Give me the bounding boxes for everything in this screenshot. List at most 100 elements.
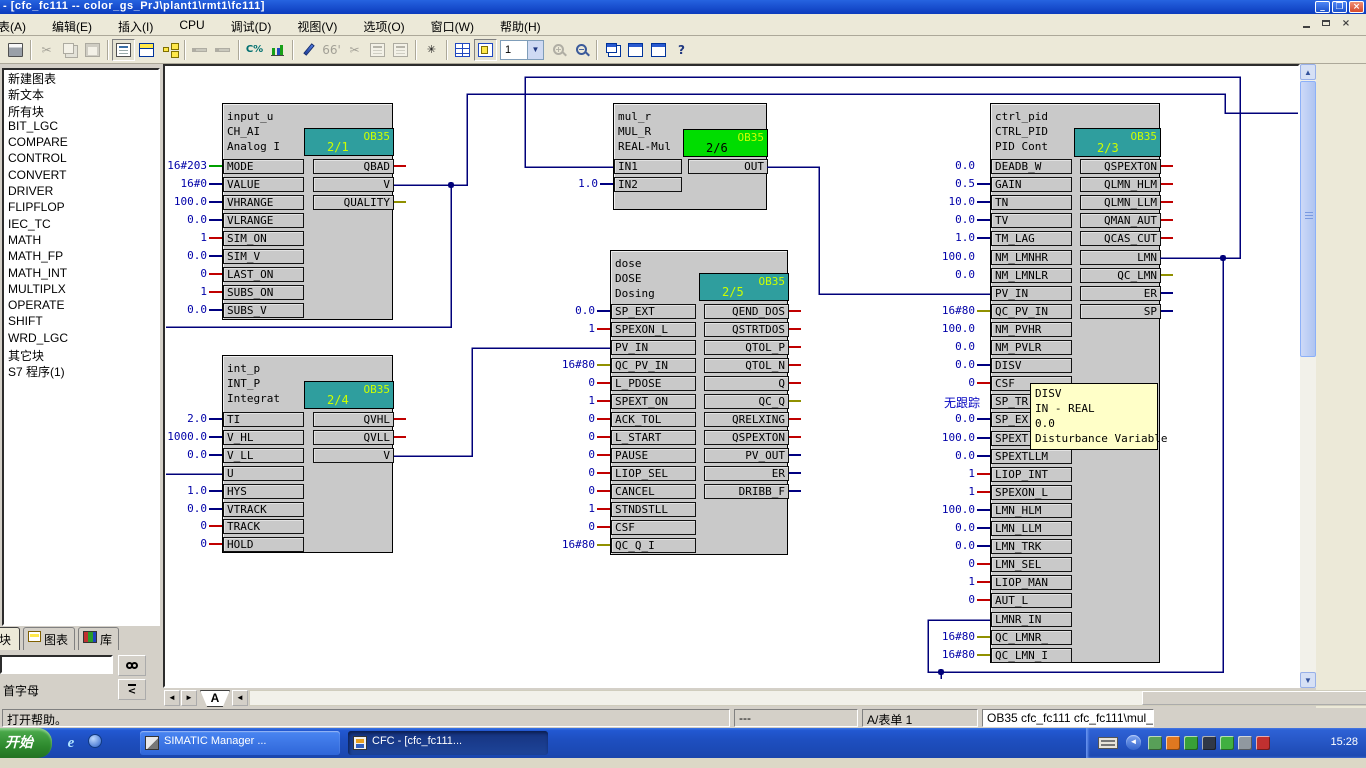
menu-item-5[interactable]: 视图(V): [297, 18, 337, 35]
input-field-STNDSTLL[interactable]: STNDSTLL: [611, 502, 696, 517]
input-value-LIOP_MAN[interactable]: 1: [905, 575, 975, 588]
input-field-PAUSE[interactable]: PAUSE: [611, 448, 696, 463]
print-button[interactable]: [4, 39, 27, 61]
input-value-MODE[interactable]: 16#203: [163, 159, 207, 172]
input-field-LMN_HLM[interactable]: LMN_HLM: [991, 503, 1072, 518]
mdi-restore-icon[interactable]: [1318, 17, 1334, 31]
input-value-SUBS_ON[interactable]: 1: [163, 285, 207, 298]
input-value-V_LL[interactable]: 0.0: [163, 448, 207, 461]
input-value-TN[interactable]: 10.0: [905, 195, 975, 208]
runtime-properties-button[interactable]: C%: [243, 39, 266, 61]
input-field-SPEXON_L[interactable]: SPEXON_L: [611, 322, 696, 337]
plant-hierarchy-button[interactable]: [158, 39, 181, 61]
input-value-NM_LMNLR[interactable]: 0.0: [905, 268, 975, 281]
catalog-item-7[interactable]: DRIVER: [4, 184, 158, 200]
output-field-QSPEXTON[interactable]: QSPEXTON: [704, 430, 789, 445]
input-field-NM_LMNLR[interactable]: NM_LMNLR: [991, 268, 1072, 283]
sheet-prev-icon[interactable]: ◄: [164, 690, 180, 706]
input-value-L_START[interactable]: 0: [525, 430, 595, 443]
input-field-AUT_L[interactable]: AUT_L: [991, 593, 1072, 608]
output-field-QSPEXTON[interactable]: QSPEXTON: [1080, 159, 1161, 174]
catalog-tab-0[interactable]: 块: [0, 627, 20, 650]
input-value-SP_EXT[interactable]: 0.0: [525, 304, 595, 317]
input-value-SIM_V[interactable]: 0.0: [163, 249, 207, 262]
close-button-icon[interactable]: ×: [1349, 1, 1364, 13]
input-value-ACK_TOL[interactable]: 0: [525, 412, 595, 425]
sort-button[interactable]: <: [118, 679, 146, 700]
input-value-TM_LAG[interactable]: 1.0: [905, 231, 975, 244]
input-field-TM_LAG[interactable]: TM_LAG: [991, 231, 1072, 246]
input-value-TV[interactable]: 0.0: [905, 213, 975, 226]
input-value-CSF[interactable]: 0: [525, 520, 595, 533]
sheet-next-icon[interactable]: ►: [181, 690, 197, 706]
input-value-VTRACK[interactable]: 0.0: [163, 502, 207, 515]
output-field-QC_LMN[interactable]: QC_LMN: [1080, 268, 1161, 283]
input-value-NM_PVHR[interactable]: 100.0: [905, 322, 975, 335]
input-field-LAST_ON[interactable]: LAST_ON: [223, 267, 304, 282]
input-value-DISV[interactable]: 0.0: [905, 358, 975, 371]
input-field-CANCEL[interactable]: CANCEL: [611, 484, 696, 499]
horizontal-scroll-thumb[interactable]: [1142, 691, 1366, 705]
tray-icon-5[interactable]: [1220, 736, 1234, 750]
input-value-VLRANGE[interactable]: 0.0: [163, 213, 207, 226]
input-field-V_HL[interactable]: V_HL: [223, 430, 304, 445]
minimize-button-icon[interactable]: _: [1315, 1, 1330, 13]
input-value-QC_LMN_I[interactable]: 16#80: [905, 648, 975, 661]
input-field-ACK_TOL[interactable]: ACK_TOL: [611, 412, 696, 427]
output-field-QVLL[interactable]: QVLL: [313, 430, 394, 445]
output-field-QC_Q[interactable]: QC_Q: [704, 394, 789, 409]
input-value-VALUE[interactable]: 16#0: [163, 177, 207, 190]
input-field-SPEXT_ON[interactable]: SPEXT_ON: [611, 394, 696, 409]
menu-item-0[interactable]: 图表(A): [0, 18, 26, 35]
catalog-item-3[interactable]: BIT_LGC: [4, 119, 158, 135]
input-field-LMN_TRK[interactable]: LMN_TRK: [991, 539, 1072, 554]
tray-icon-4[interactable]: [1202, 736, 1216, 750]
input-value-HYS[interactable]: 1.0: [163, 484, 207, 497]
catalog-item-1[interactable]: 新文本: [4, 86, 158, 102]
output-field-Q[interactable]: Q: [704, 376, 789, 391]
input-field-PV_IN[interactable]: PV_IN: [611, 340, 696, 355]
input-field-QC_PV_IN[interactable]: QC_PV_IN: [991, 304, 1072, 319]
hscroll-left-icon[interactable]: ◄: [232, 690, 248, 706]
catalog-item-9[interactable]: IEC_TC: [4, 217, 158, 233]
input-value-VHRANGE[interactable]: 100.0: [163, 195, 207, 208]
input-field-GAIN[interactable]: GAIN: [991, 177, 1072, 192]
catalog-item-2[interactable]: 所有块: [4, 103, 158, 119]
catalog-item-4[interactable]: COMPARE: [4, 135, 158, 151]
input-value-LIOP_SEL[interactable]: 0: [525, 466, 595, 479]
input-field-LIOP_SEL[interactable]: LIOP_SEL: [611, 466, 696, 481]
input-field-MODE[interactable]: MODE: [223, 159, 304, 174]
input-value-SP_EX[interactable]: 0.0: [905, 412, 975, 425]
input-value-CSF[interactable]: 0: [905, 376, 975, 389]
output-field-V[interactable]: V: [313, 177, 394, 192]
input-field-LMNR_IN[interactable]: LMNR_IN: [991, 612, 1072, 627]
input-value-L_PDOSE[interactable]: 0: [525, 376, 595, 389]
catalog-item-0[interactable]: 新建图表: [4, 70, 158, 86]
block-input_u[interactable]: input_uCH_AIAnalog IOB352/1MODEVALUEVHRA…: [222, 103, 393, 320]
catalog-item-6[interactable]: CONVERT: [4, 168, 158, 184]
test-mode-button[interactable]: [297, 39, 320, 61]
output-field-QTOL_P[interactable]: QTOL_P: [704, 340, 789, 355]
output-field-QEND_DOS[interactable]: QEND_DOS: [704, 304, 789, 319]
sheet-view-button[interactable]: [474, 39, 497, 61]
input-field-SUBS_ON[interactable]: SUBS_ON: [223, 285, 304, 300]
output-field-QBAD[interactable]: QBAD: [313, 159, 394, 174]
quicklaunch-ie-icon[interactable]: e: [62, 734, 80, 752]
input-field-QC_LMNR_[interactable]: QC_LMNR_: [991, 630, 1072, 645]
chart-statistics-button[interactable]: [266, 39, 289, 61]
output-field-QMAN_AUT[interactable]: QMAN_AUT: [1080, 213, 1161, 228]
mdi-minimize-icon[interactable]: [1298, 17, 1314, 31]
input-value-PAUSE[interactable]: 0: [525, 448, 595, 461]
catalog-tab-1[interactable]: 图表: [23, 627, 75, 650]
help-button[interactable]: ?: [670, 39, 693, 61]
output-field-OUT[interactable]: OUT: [688, 159, 768, 174]
input-value-LMN_HLM[interactable]: 100.0: [905, 503, 975, 516]
input-field-SP_EXT[interactable]: SP_EXT: [611, 304, 696, 319]
input-value-IN2[interactable]: 1.0: [528, 177, 598, 190]
fit-to-screen-button[interactable]: ✳: [420, 39, 443, 61]
block-family-list[interactable]: 新建图表新文本所有块BIT_LGCCOMPARECONTROLCONVERTDR…: [2, 68, 160, 626]
block-int_p[interactable]: int_pINT_PIntegratOB352/4TIV_HLV_LLUHYSV…: [222, 355, 393, 553]
input-field-IN2[interactable]: IN2: [614, 177, 682, 192]
output-field-SP[interactable]: SP: [1080, 304, 1161, 319]
input-value-SPEXT[interactable]: 100.0: [905, 431, 975, 444]
